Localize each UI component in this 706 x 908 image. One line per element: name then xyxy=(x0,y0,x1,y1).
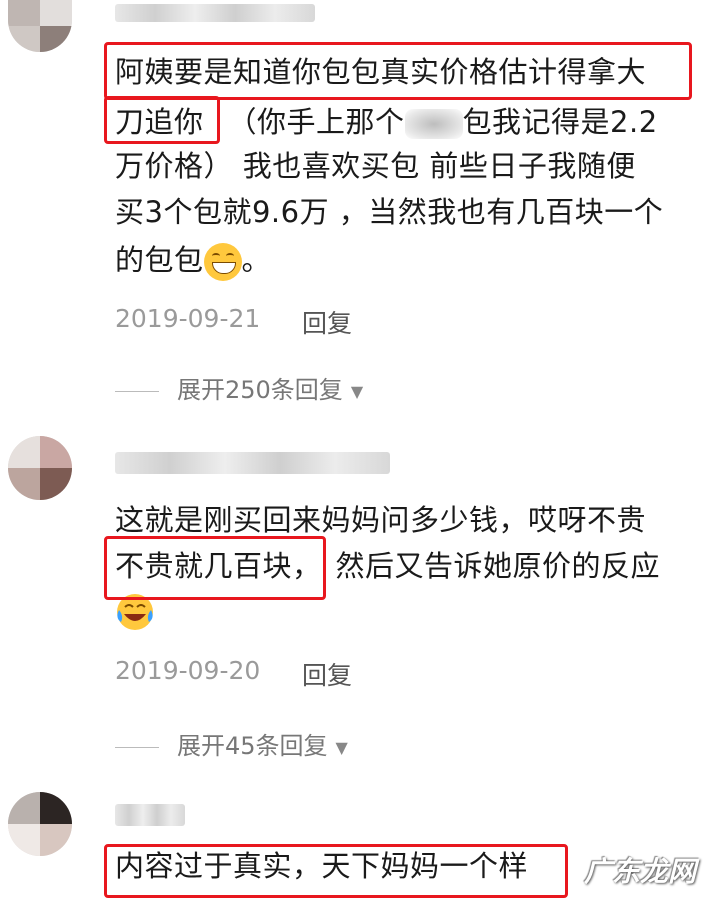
username-blurred[interactable] xyxy=(115,4,315,22)
avatar[interactable] xyxy=(8,436,72,500)
avatar[interactable] xyxy=(8,792,72,856)
divider-line xyxy=(115,390,159,392)
expand-replies-label: 展开45条回复 xyxy=(177,732,328,760)
comment-date: 2019-09-20 xyxy=(115,656,261,685)
triangle-down-icon: ▼ xyxy=(350,381,364,401)
comment-text-fragment: 包我记得是2.2 xyxy=(462,105,658,139)
expand-replies-button[interactable]: 展开250条回复 ▼ xyxy=(115,370,363,405)
reply-button[interactable]: 回复 xyxy=(302,656,352,692)
highlight-box xyxy=(104,96,220,144)
comment-text-line: 买3个包就9.6万 ，当然我也有几百块一个 xyxy=(115,195,664,229)
grin-emoji-icon xyxy=(203,243,242,281)
comment-text-fragment: 然后又告诉她原价的反应 xyxy=(335,549,661,583)
reply-button[interactable]: 回复 xyxy=(302,304,352,340)
expand-replies-button[interactable]: 展开45条回复 ▼ xyxy=(115,726,348,761)
highlight-box xyxy=(104,844,568,898)
triangle-down-icon: ▼ xyxy=(335,737,348,757)
username-blurred[interactable] xyxy=(115,452,390,474)
highlight-box xyxy=(104,42,692,100)
avatar[interactable] xyxy=(8,0,72,52)
expand-replies-label: 展开250条回复 xyxy=(177,376,343,404)
comment-text-line: 的包包 。 xyxy=(115,234,271,286)
highlight-box xyxy=(104,536,326,600)
blurred-word xyxy=(404,109,463,139)
divider-line xyxy=(115,746,159,748)
comment-date: 2019-09-21 xyxy=(115,304,261,333)
watermark: 广东龙网 xyxy=(583,855,696,888)
comment-text-fragment: （你手上那个 xyxy=(227,105,405,139)
username-blurred[interactable] xyxy=(115,804,185,826)
comment-text-fragment: 的包包 xyxy=(115,243,204,277)
comment-text-line: 万价格） 我也喜欢买包 前些日子我随便 xyxy=(115,149,636,183)
comment-text-fragment: 。 xyxy=(241,243,272,277)
